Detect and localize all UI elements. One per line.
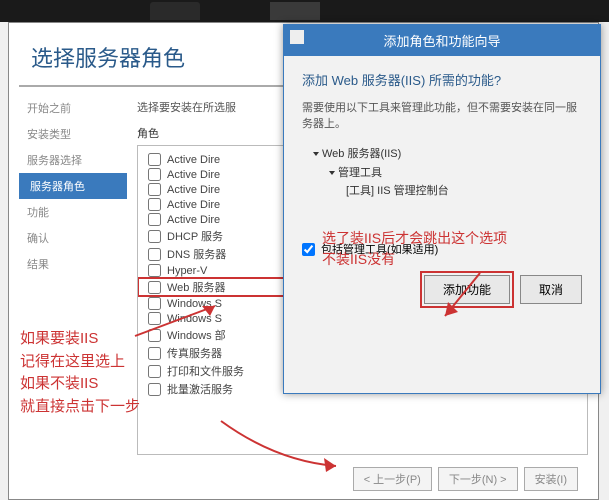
role-checkbox[interactable]: [148, 312, 161, 325]
dialog-title-text: 添加角色和功能向导: [383, 34, 500, 49]
include-tools-checkbox[interactable]: [302, 243, 315, 256]
role-checkbox[interactable]: [148, 168, 161, 181]
next-button[interactable]: 下一步(N) >: [438, 467, 518, 491]
app-icon: [290, 30, 304, 44]
role-checkbox[interactable]: [148, 213, 161, 226]
wizard-steps-sidebar: 开始之前 安装类型 服务器选择 服务器角色 功能 确认 结果: [9, 95, 127, 475]
window-tab: [270, 2, 320, 20]
tree-node: 管理工具: [302, 164, 582, 183]
step-server-selection[interactable]: 服务器选择: [19, 147, 127, 173]
feature-tree: Web 服务器(IIS) 管理工具 [工具] IIS 管理控制台: [302, 145, 582, 201]
include-tools-row: 包括管理工具(如果适用): [302, 241, 582, 257]
expand-icon[interactable]: [313, 152, 319, 156]
step-before-begin[interactable]: 开始之前: [19, 95, 127, 121]
title-bar: [0, 0, 609, 22]
role-checkbox[interactable]: [148, 248, 161, 261]
role-checkbox[interactable]: [148, 329, 161, 342]
role-checkbox[interactable]: [148, 183, 161, 196]
add-features-button[interactable]: 添加功能: [424, 275, 510, 304]
role-checkbox-iis[interactable]: [148, 281, 161, 294]
prev-button[interactable]: < 上一步(P): [353, 467, 432, 491]
step-server-roles[interactable]: 服务器角色: [19, 173, 127, 199]
role-checkbox[interactable]: [148, 264, 161, 277]
wizard-footer: < 上一步(P) 下一步(N) > 安装(I): [353, 467, 578, 491]
role-checkbox[interactable]: [148, 365, 161, 378]
dialog-title-bar: 添加角色和功能向导: [284, 25, 600, 56]
step-confirm[interactable]: 确认: [19, 225, 127, 251]
role-checkbox[interactable]: [148, 230, 161, 243]
role-checkbox[interactable]: [148, 347, 161, 360]
dialog-question: 添加 Web 服务器(IIS) 所需的功能?: [302, 70, 582, 89]
role-checkbox[interactable]: [148, 198, 161, 211]
role-checkbox[interactable]: [148, 383, 161, 396]
step-install-type[interactable]: 安装类型: [19, 121, 127, 147]
step-results[interactable]: 结果: [19, 251, 127, 277]
role-checkbox[interactable]: [148, 297, 161, 310]
include-tools-label: 包括管理工具(如果适用): [321, 241, 438, 257]
add-features-dialog: 添加角色和功能向导 添加 Web 服务器(IIS) 所需的功能? 需要使用以下工…: [283, 24, 601, 394]
window-tab: [150, 2, 200, 20]
role-checkbox[interactable]: [148, 153, 161, 166]
tree-node: [工具] IIS 管理控制台: [302, 182, 582, 201]
dialog-hint: 需要使用以下工具来管理此功能，但不需要安装在同一服务器上。: [302, 99, 582, 131]
expand-icon[interactable]: [329, 171, 335, 175]
cancel-button[interactable]: 取消: [520, 275, 582, 304]
install-button[interactable]: 安装(I): [524, 467, 578, 491]
dialog-buttons: 添加功能 取消: [302, 275, 582, 304]
step-features[interactable]: 功能: [19, 199, 127, 225]
tree-node: Web 服务器(IIS): [302, 145, 582, 164]
